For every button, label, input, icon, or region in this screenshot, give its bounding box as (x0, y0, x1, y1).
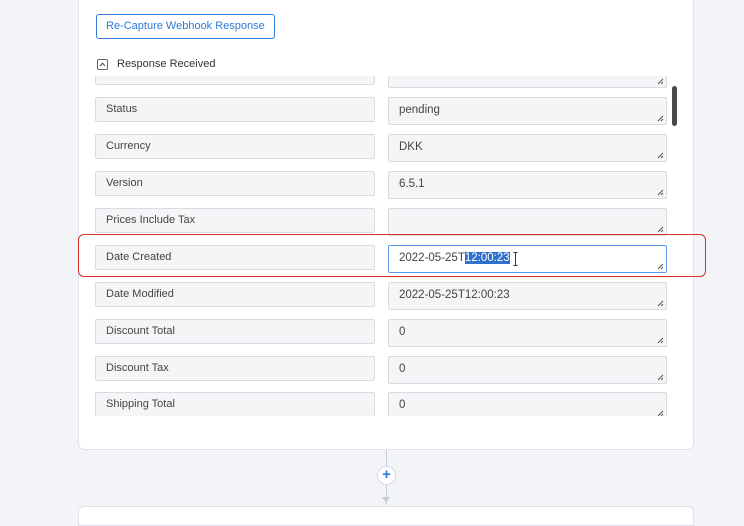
field-value[interactable]: 0 (388, 356, 667, 384)
field-row-date-modified: Date Modified 2022-05-25T12:00:23 (95, 282, 681, 310)
response-received-label: Response Received (117, 58, 216, 70)
webhook-response-card: Re-Capture Webhook Response Response Rec… (78, 0, 694, 450)
field-value-text: 2022-05-25T12:00:23 (399, 289, 510, 301)
field-value[interactable]: 0 (388, 319, 667, 347)
scrollbar-thumb[interactable] (672, 86, 677, 126)
field-row-prices-include-tax: Prices Include Tax (95, 208, 681, 236)
field-row-shipping-total: Shipping Total 0 (95, 392, 681, 416)
field-label: Shipping Total (95, 392, 375, 416)
field-label: Currency (95, 134, 375, 159)
field-row-currency: Currency DKK (95, 134, 681, 162)
add-step-button[interactable]: + (377, 466, 396, 485)
field-row-discount-tax: Discount Tax 0 (95, 356, 681, 384)
field-label: Discount Tax (95, 356, 375, 381)
field-value[interactable] (388, 208, 667, 236)
field-row (95, 76, 681, 88)
field-row-discount-total: Discount Total 0 (95, 319, 681, 347)
field-row-status: Status pending (95, 97, 681, 125)
resize-handle-icon[interactable] (657, 300, 664, 307)
field-value[interactable]: 6.5.1 (388, 171, 667, 199)
field-label (95, 76, 375, 85)
field-value-text: DKK (399, 141, 423, 153)
field-label: Discount Total (95, 319, 375, 344)
field-label: Date Modified (95, 282, 375, 307)
highlight-annotation (78, 234, 706, 277)
resize-handle-icon[interactable] (657, 374, 664, 381)
field-value[interactable]: pending (388, 97, 667, 125)
response-received-toggle[interactable]: Response Received (97, 57, 215, 71)
resize-handle-icon[interactable] (657, 226, 664, 233)
resize-handle-icon[interactable] (657, 78, 664, 85)
field-label: Version (95, 171, 375, 196)
field-value-text: 0 (399, 326, 406, 338)
plus-icon: + (382, 466, 391, 483)
field-row-version: Version 6.5.1 (95, 171, 681, 199)
field-value-text: 0 (399, 399, 406, 411)
recapture-webhook-button[interactable]: Re-Capture Webhook Response (96, 14, 275, 39)
field-value[interactable] (388, 76, 667, 88)
resize-handle-icon[interactable] (657, 337, 664, 344)
field-label: Status (95, 97, 375, 122)
next-step-card (78, 506, 694, 526)
resize-handle-icon[interactable] (657, 152, 664, 159)
chevron-up-icon[interactable] (97, 58, 108, 70)
resize-handle-icon[interactable] (657, 115, 664, 122)
resize-handle-icon[interactable] (657, 410, 664, 416)
resize-handle-icon[interactable] (657, 189, 664, 196)
arrow-down-icon (382, 497, 390, 503)
field-value-text: 6.5.1 (399, 178, 425, 190)
field-value-text: pending (399, 104, 440, 116)
field-value-text: 0 (399, 363, 406, 375)
field-value[interactable]: 0 (388, 392, 667, 416)
field-label: Prices Include Tax (95, 208, 375, 233)
field-value[interactable]: 2022-05-25T12:00:23 (388, 282, 667, 310)
field-value[interactable]: DKK (388, 134, 667, 162)
